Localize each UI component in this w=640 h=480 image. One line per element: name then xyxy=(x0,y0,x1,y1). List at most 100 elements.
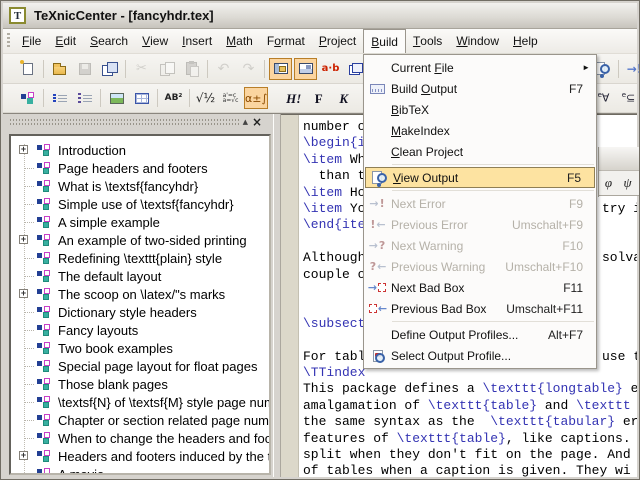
insert-table-icon xyxy=(134,92,149,104)
menu-item-next-bad-box[interactable]: → Next Bad Box F11 xyxy=(364,277,596,298)
menu-window[interactable]: Window xyxy=(449,29,506,53)
menu-insert[interactable]: Insert xyxy=(175,29,219,53)
section-icon xyxy=(37,305,54,319)
tree-item[interactable]: What is \textsf{fancyhdr} xyxy=(11,177,269,195)
tree-item[interactable]: A movie xyxy=(11,465,269,473)
tree-item[interactable]: Two book examples xyxy=(11,339,269,357)
tree-item[interactable]: Simple use of \textsf{fancyhdr} xyxy=(11,195,269,213)
tree-guide xyxy=(24,330,34,331)
structure-tree[interactable]: + Introduction Page headers and footers Wha… xyxy=(9,134,271,475)
menu-item-previous-warning[interactable]: ? ← Previous Warning Umschalt+F10 xyxy=(364,256,596,277)
tree-expander-icon[interactable]: + xyxy=(19,235,28,244)
new-document-icon[interactable] xyxy=(16,58,39,80)
copy-icon[interactable] xyxy=(155,58,178,80)
tree-item[interactable]: Special page layout for float pages xyxy=(11,357,269,375)
greek-symbol-φ-icon[interactable]: φ xyxy=(599,173,618,193)
pane-splitter[interactable] xyxy=(273,114,281,477)
paste-icon xyxy=(186,61,199,77)
find-replace-icon[interactable]: a·b xyxy=(319,58,342,80)
latex-command: \texttt{table} xyxy=(396,430,506,446)
save-all-icon[interactable] xyxy=(98,58,121,80)
greek-symbol-ψ-icon[interactable]: ψ xyxy=(618,173,637,193)
toolbar-separator xyxy=(125,59,126,78)
menu-tools[interactable]: Tools xyxy=(406,29,449,53)
editor-line: Although xyxy=(303,250,366,266)
math-symbols-toggle-icon[interactable]: α±∫ xyxy=(244,87,269,109)
pane-close-icon[interactable]: × xyxy=(252,116,262,128)
menu-help[interactable]: Help xyxy=(506,29,545,53)
insert-table-icon[interactable] xyxy=(130,87,153,109)
menubar-gripper[interactable] xyxy=(7,33,10,49)
bullet-list-icon[interactable] xyxy=(48,87,71,109)
italic-format-icon[interactable]: K xyxy=(332,87,355,109)
tree-item[interactable]: The default layout xyxy=(11,267,269,285)
forall-symbol-icon: e∀ xyxy=(597,91,610,105)
menu-item-makeindex[interactable]: MakeIndex xyxy=(364,120,596,141)
title-bar[interactable]: T TeXnicCenter - [fancyhdr.tex] xyxy=(3,3,637,29)
menu-item-previous-error[interactable]: ! ← Previous Error Umschalt+F9 xyxy=(364,214,596,235)
numbered-list-icon[interactable] xyxy=(73,87,96,109)
tree-item[interactable]: Fancy layouts xyxy=(11,321,269,339)
tree-expander-icon[interactable]: + xyxy=(19,451,28,460)
menu-item-next-error[interactable]: →! Next Error F9 xyxy=(364,193,596,214)
tree-expander-icon[interactable]: + xyxy=(19,289,28,298)
tree-item[interactable]: + Introduction xyxy=(11,141,269,159)
tree-item[interactable]: + The scoop on \latex/"s marks xyxy=(11,285,269,303)
open-file-icon[interactable] xyxy=(48,58,71,80)
tree-expander-icon[interactable]: + xyxy=(19,145,28,154)
paste-icon[interactable] xyxy=(180,58,203,80)
tree-item[interactable]: + An example of two-sided printing xyxy=(11,231,269,249)
menu-build[interactable]: Build xyxy=(363,29,406,53)
arrow-glyph: ← xyxy=(376,218,386,231)
fraction-icon[interactable]: √½ xyxy=(194,87,217,109)
greek-toolbar-handle[interactable] xyxy=(599,147,639,171)
insert-image-icon[interactable] xyxy=(105,87,128,109)
pane-gripper[interactable] xyxy=(10,123,240,125)
menu-item-next-warning[interactable]: →? Next Warning F10 xyxy=(364,235,596,256)
tree-item[interactable]: Chapter or section related page numbers xyxy=(11,411,269,429)
pane-collapse-icon[interactable]: ▲ xyxy=(243,117,248,128)
menu-item-select-output-profile[interactable]: Select Output Profile... xyxy=(364,345,596,366)
next-error-icon[interactable]: →! xyxy=(623,58,639,80)
tree-item[interactable]: + Headers and footers induced by the text xyxy=(11,447,269,465)
menu-item-clean-project[interactable]: Clean Project xyxy=(364,141,596,162)
cut-icon[interactable]: ✂ xyxy=(130,58,153,80)
numbered-list-icon xyxy=(77,92,92,104)
bold-format-icon[interactable]: F xyxy=(307,87,330,109)
toggle-output-icon[interactable] xyxy=(294,57,317,80)
tree-item[interactable]: When to change the headers and footers? xyxy=(11,429,269,447)
menu-item-bibtex[interactable]: BibTeX xyxy=(364,99,596,120)
save-icon xyxy=(78,62,91,75)
toggle-navigator-icon[interactable] xyxy=(269,57,292,80)
tree-item[interactable]: A simple example xyxy=(11,213,269,231)
undo-icon[interactable]: ↶ xyxy=(212,58,235,80)
structure-pane-header[interactable]: ▲ × xyxy=(8,116,266,130)
pane-gripper[interactable] xyxy=(10,119,240,121)
menu-item-shortcut: F10 xyxy=(562,238,583,253)
tree-item[interactable]: Redefining \texttt{plain} style xyxy=(11,249,269,267)
heading-format-icon[interactable]: H! xyxy=(282,87,305,109)
menu-item-define-output-profiles[interactable]: Define Output Profiles... Alt+F7 xyxy=(364,324,596,345)
tree-item[interactable]: Page headers and footers xyxy=(11,159,269,177)
menu-file[interactable]: File xyxy=(15,29,48,53)
subset-symbol-icon[interactable]: e⊆ xyxy=(617,87,639,109)
menu-math[interactable]: Math xyxy=(219,29,260,53)
menu-item-view-output[interactable]: View Output F5 xyxy=(365,167,595,188)
menu-search[interactable]: Search xyxy=(83,29,135,53)
menu-item-build-output[interactable]: Build Output F7 xyxy=(364,78,596,99)
tree-item[interactable]: \textsf{N} of \textsf{M} style page numb… xyxy=(11,393,269,411)
latex-command: \texttt{tabular} xyxy=(490,414,616,430)
menu-project[interactable]: Project xyxy=(312,29,363,53)
menu-format[interactable]: Fo rmat xyxy=(260,29,312,53)
tree-item[interactable]: Those blank pages xyxy=(11,375,269,393)
equation-icon[interactable]: a'=c a=√c xyxy=(219,87,242,109)
menu-item-current-file[interactable]: Current File ► xyxy=(364,57,596,78)
superscript-icon[interactable]: AB² xyxy=(162,87,185,109)
structure-view-icon[interactable] xyxy=(16,87,39,109)
redo-icon[interactable]: ↷ xyxy=(237,58,260,80)
save-icon[interactable] xyxy=(73,58,96,80)
menu-edit[interactable]: Edit xyxy=(48,29,83,53)
menu-item-previous-bad-box[interactable]: ← Previous Bad Box Umschalt+F11 xyxy=(364,298,596,319)
tree-item[interactable]: Dictionary style headers xyxy=(11,303,269,321)
menu-view[interactable]: View xyxy=(135,29,175,53)
